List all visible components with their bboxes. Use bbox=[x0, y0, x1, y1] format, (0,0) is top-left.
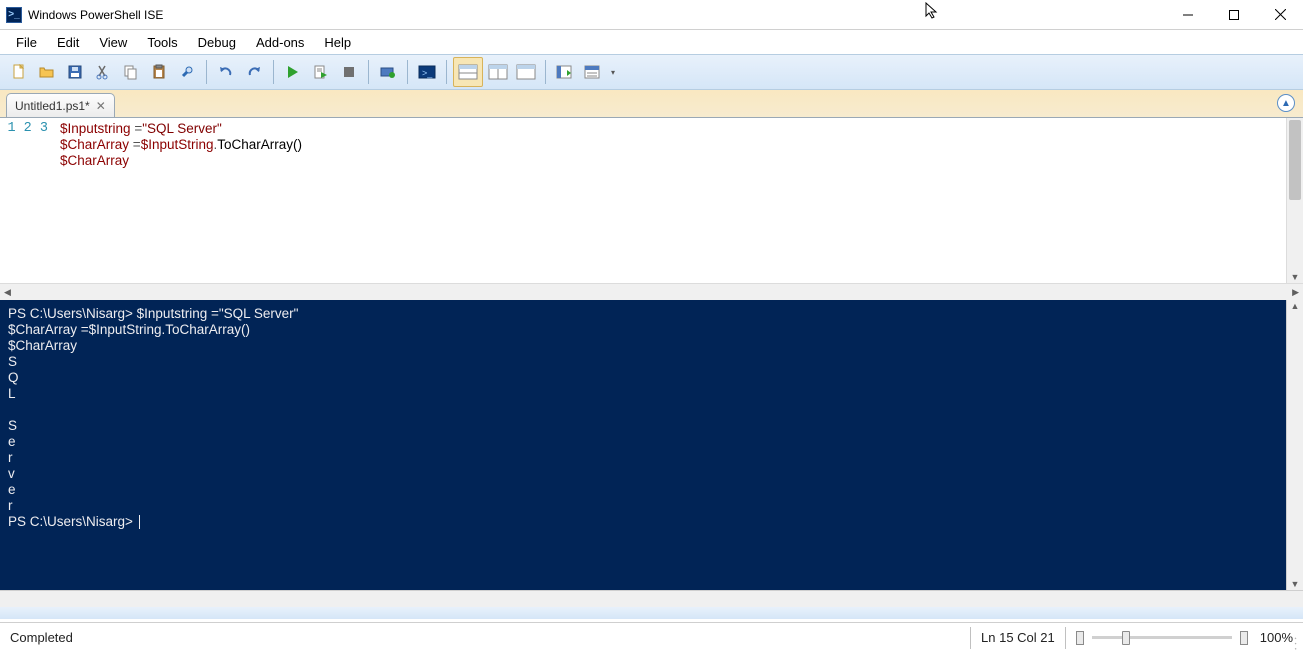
pane-layout1-icon[interactable] bbox=[453, 57, 483, 87]
undo-icon[interactable] bbox=[213, 59, 239, 85]
paste-icon[interactable] bbox=[146, 59, 172, 85]
menu-add-ons[interactable]: Add-ons bbox=[246, 33, 314, 52]
redo-icon[interactable] bbox=[241, 59, 267, 85]
cut-icon[interactable] bbox=[90, 59, 116, 85]
mouse-cursor-icon bbox=[925, 2, 939, 20]
pane-layout2-icon[interactable] bbox=[485, 59, 511, 85]
pane-splitter[interactable] bbox=[0, 607, 1303, 619]
menu-view[interactable]: View bbox=[89, 33, 137, 52]
status-divider bbox=[970, 627, 971, 649]
scroll-left-icon[interactable]: ◀ bbox=[4, 287, 11, 298]
close-tab-icon[interactable]: ✕ bbox=[96, 99, 106, 113]
zoom-slider[interactable] bbox=[1092, 636, 1232, 639]
menubar: FileEditViewToolsDebugAdd-onsHelp bbox=[0, 30, 1303, 54]
window-title: Windows PowerShell ISE bbox=[28, 8, 163, 22]
toolbar-separator bbox=[273, 60, 274, 84]
scrollbar-thumb[interactable] bbox=[1289, 120, 1301, 200]
scroll-right-icon[interactable]: ▶ bbox=[1292, 287, 1299, 298]
menu-debug[interactable]: Debug bbox=[188, 33, 246, 52]
run-icon[interactable] bbox=[280, 59, 306, 85]
collapse-script-icon[interactable]: ▲ bbox=[1277, 94, 1295, 112]
run-selection-icon[interactable] bbox=[308, 59, 334, 85]
stop-icon[interactable] bbox=[336, 59, 362, 85]
toolbar-separator bbox=[206, 60, 207, 84]
minimize-button[interactable] bbox=[1165, 0, 1211, 30]
toolbar-separator bbox=[407, 60, 408, 84]
console-pane[interactable]: PS C:\Users\Nisarg> $Inputstring ="SQL S… bbox=[0, 300, 1303, 590]
save-icon[interactable] bbox=[62, 59, 88, 85]
status-divider bbox=[1065, 627, 1066, 649]
zoom-slider-handle[interactable] bbox=[1122, 631, 1130, 645]
menu-file[interactable]: File bbox=[6, 33, 47, 52]
new-file-icon[interactable] bbox=[6, 59, 32, 85]
cursor-position: Ln 15 Col 21 bbox=[981, 630, 1055, 645]
svg-text:>_: >_ bbox=[422, 68, 433, 78]
find-icon[interactable] bbox=[174, 59, 200, 85]
console-horizontal-scrollbar[interactable] bbox=[0, 590, 1303, 607]
status-text: Completed bbox=[10, 630, 73, 645]
menu-tools[interactable]: Tools bbox=[137, 33, 187, 52]
zoom-min-icon[interactable] bbox=[1076, 631, 1084, 645]
file-tab-label: Untitled1.ps1* bbox=[15, 99, 90, 113]
titlebar: >_ Windows PowerShell ISE bbox=[0, 0, 1303, 30]
file-tab[interactable]: Untitled1.ps1* ✕ bbox=[6, 93, 115, 117]
close-button[interactable] bbox=[1257, 0, 1303, 30]
script-editor[interactable]: 1 2 3 $Inputstring ="SQL Server"$CharArr… bbox=[0, 118, 1303, 283]
menu-help[interactable]: Help bbox=[314, 33, 361, 52]
tabbar: Untitled1.ps1* ✕ ▲ bbox=[0, 90, 1303, 118]
console-output[interactable]: PS C:\Users\Nisarg> $Inputstring ="SQL S… bbox=[0, 300, 1286, 590]
powershell-icon[interactable]: >_ bbox=[414, 59, 440, 85]
show-command-icon[interactable] bbox=[580, 59, 606, 85]
show-script-icon[interactable] bbox=[552, 59, 578, 85]
console-vertical-scrollbar[interactable]: ▲ ▼ bbox=[1286, 300, 1303, 590]
pane-layout3-icon[interactable] bbox=[513, 59, 539, 85]
open-folder-icon[interactable] bbox=[34, 59, 60, 85]
copy-icon[interactable] bbox=[118, 59, 144, 85]
menu-edit[interactable]: Edit bbox=[47, 33, 89, 52]
toolbar-overflow-icon[interactable]: ▾ bbox=[608, 68, 618, 77]
toolbar-separator bbox=[446, 60, 447, 84]
line-number-gutter: 1 2 3 bbox=[0, 118, 60, 283]
remote-icon[interactable] bbox=[375, 59, 401, 85]
scroll-down-icon[interactable]: ▼ bbox=[1287, 272, 1303, 282]
statusbar: Completed Ln 15 Col 21 100% ⋰ bbox=[0, 622, 1303, 652]
scroll-up-icon[interactable]: ▲ bbox=[1287, 301, 1303, 311]
maximize-button[interactable] bbox=[1211, 0, 1257, 30]
scroll-down-icon[interactable]: ▼ bbox=[1287, 579, 1303, 589]
editor-vertical-scrollbar[interactable]: ▲ ▼ bbox=[1286, 118, 1303, 283]
powershell-app-icon: >_ bbox=[6, 7, 22, 23]
zoom-max-icon[interactable] bbox=[1240, 631, 1248, 645]
toolbar: >_ ▾ bbox=[0, 54, 1303, 90]
code-area[interactable]: $Inputstring ="SQL Server"$CharArray =$I… bbox=[60, 118, 1286, 283]
toolbar-separator bbox=[545, 60, 546, 84]
editor-horizontal-scrollbar[interactable]: ◀ ▶ bbox=[0, 283, 1303, 300]
toolbar-separator bbox=[368, 60, 369, 84]
